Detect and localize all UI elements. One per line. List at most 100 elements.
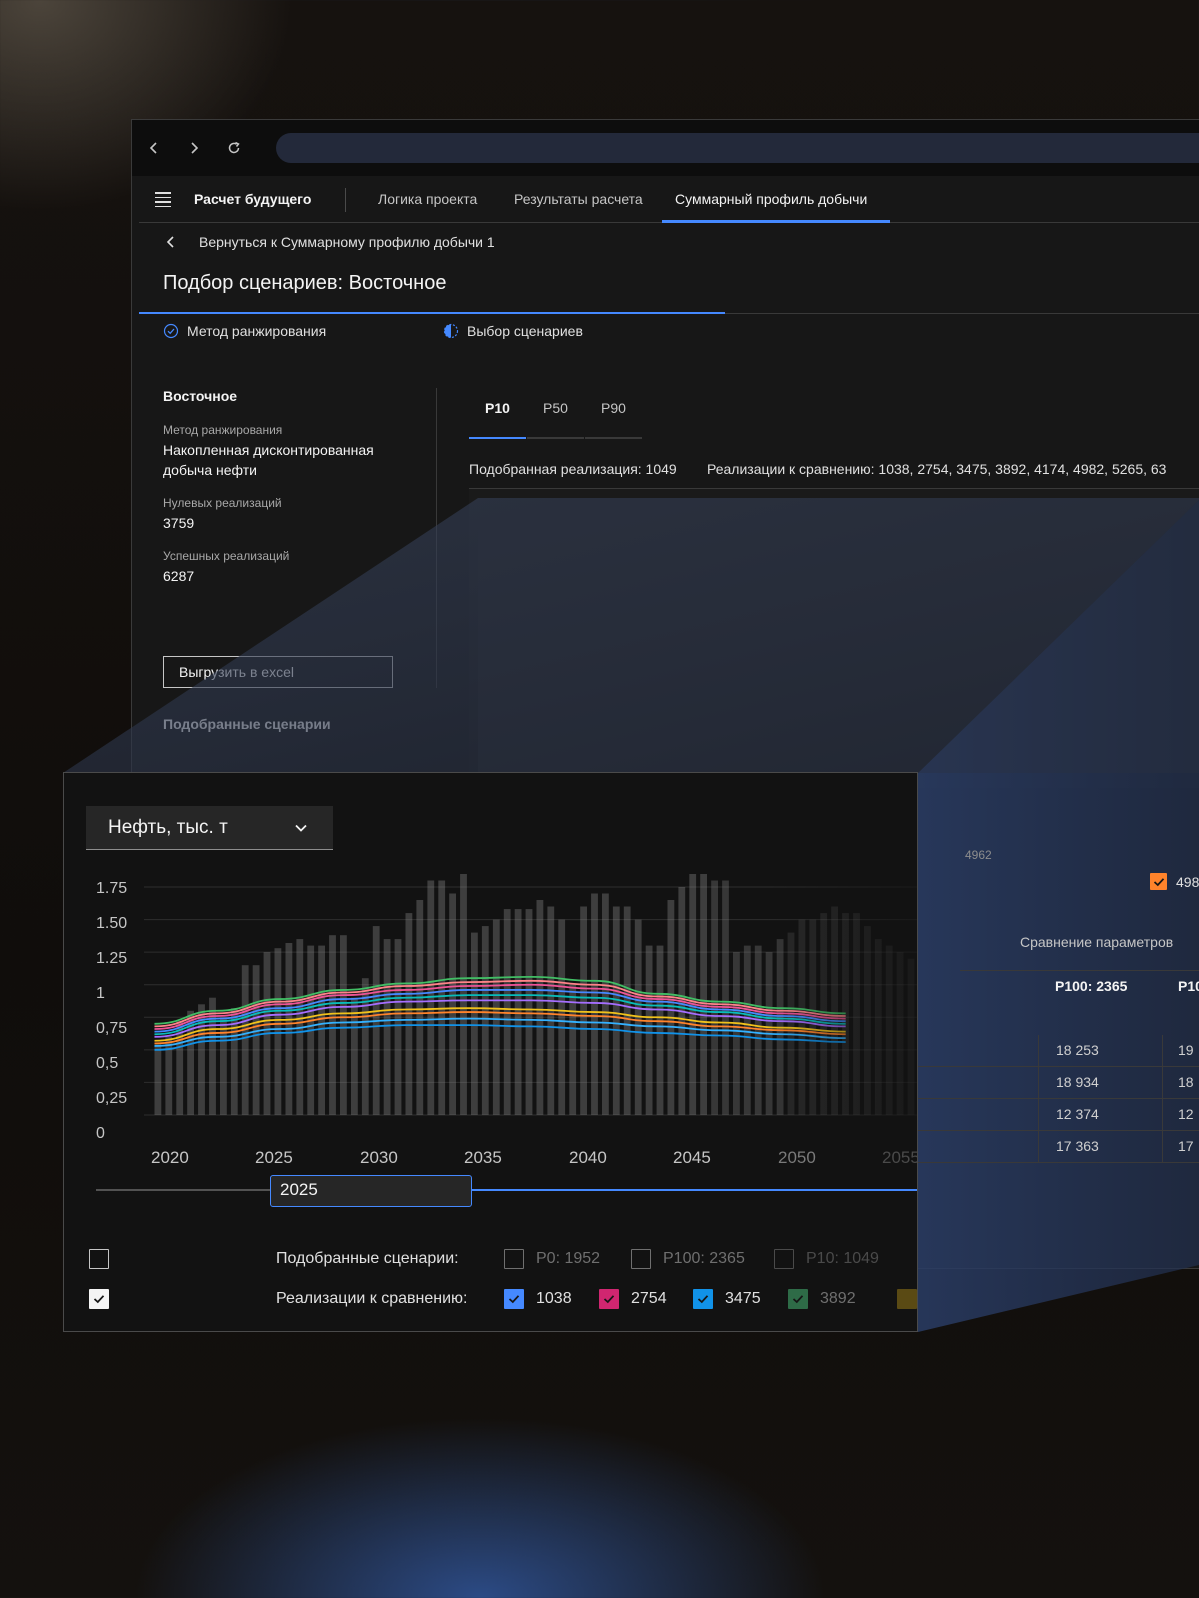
- select-all-scenarios-checkbox[interactable]: [89, 1249, 109, 1269]
- scenario-p10-label: P10: 1049: [806, 1250, 879, 1267]
- table-cell: 17 363: [1056, 1138, 1099, 1154]
- params-comparison-link[interactable]: Сравнение параметров: [1020, 934, 1173, 950]
- app-header: Расчет будущего Логика проекта Результат…: [139, 176, 1199, 223]
- y-tick-label: 0,75: [96, 1020, 128, 1037]
- checkmark-icon: [93, 1295, 105, 1304]
- export-excel-button[interactable]: Выгрузить в excel: [163, 656, 393, 688]
- step-label: Метод ранжирования: [187, 323, 327, 339]
- progress-fill: [139, 312, 725, 314]
- bar: [743, 945, 751, 1115]
- table-header: P100: 2365: [1055, 978, 1128, 994]
- table-row-line: [918, 1066, 1199, 1067]
- table-row-line: [918, 1162, 1199, 1163]
- scenario-p100-label: P100: 2365: [663, 1250, 745, 1267]
- bar: [733, 952, 740, 1115]
- selected-scenarios-label: Подобранные сценарии:: [276, 1250, 459, 1267]
- tab-p90[interactable]: P90: [585, 399, 642, 439]
- x-tick-label: 2045: [673, 1148, 711, 1167]
- step-ranking-method[interactable]: Метод ранжирования: [163, 323, 326, 339]
- realization-3475-checkbox[interactable]: [693, 1289, 713, 1309]
- x-tick-label: 2030: [360, 1148, 398, 1167]
- reload-icon[interactable]: [224, 138, 244, 158]
- compare-realizations: Реализации к сравнению: 1038, 2754, 3475…: [707, 461, 1167, 477]
- bar: [754, 945, 762, 1115]
- tab-p50[interactable]: P50: [527, 399, 584, 439]
- bar: [689, 874, 697, 1115]
- chevron-left-icon: [166, 236, 174, 248]
- bar: [580, 906, 587, 1115]
- range-slider-filled[interactable]: [471, 1189, 917, 1191]
- realization-1038-checkbox[interactable]: [504, 1289, 524, 1309]
- realization-next-checkbox[interactable]: [897, 1289, 917, 1309]
- checkmark-icon: [603, 1295, 615, 1304]
- bar: [558, 919, 566, 1115]
- app-name: Расчет будущего: [194, 191, 312, 207]
- realization-3892-label: 3892: [820, 1290, 856, 1307]
- x-tick-label: 2025: [255, 1148, 293, 1167]
- chart-fade: [764, 873, 917, 1123]
- tab-calc-results[interactable]: Результаты расчета: [514, 191, 643, 207]
- scenario-p100-checkbox[interactable]: [631, 1249, 651, 1269]
- bar: [154, 1043, 162, 1115]
- x-tick-label: 2055: [882, 1148, 918, 1167]
- scenario-p0-label: P0: 1952: [536, 1250, 601, 1267]
- bar: [340, 935, 347, 1115]
- bar: [591, 893, 598, 1115]
- forward-arrow-icon[interactable]: [184, 138, 204, 158]
- step-scenario-choice[interactable]: Выбор сценариев: [443, 323, 583, 339]
- sidebar-divider: [436, 388, 437, 688]
- bar: [252, 965, 260, 1115]
- x-tick-label: 2020: [151, 1148, 189, 1167]
- half-circle-icon: [443, 323, 459, 339]
- bar: [241, 965, 249, 1115]
- zoomed-chart-panel: Нефть, тыс. т 1.75 1.50 1.25 1 0,75 0,5 …: [63, 772, 918, 1332]
- y-tick-label: 1.25: [96, 950, 128, 967]
- bar: [612, 906, 620, 1115]
- bar: [492, 919, 500, 1115]
- y-tick-label: 0: [96, 1125, 105, 1142]
- range-slider-input[interactable]: 2025: [270, 1175, 472, 1207]
- range-slider-track[interactable]: [96, 1189, 271, 1191]
- bar: [438, 880, 446, 1115]
- bar: [645, 945, 653, 1115]
- tab-project-logic[interactable]: Логика проекта: [378, 191, 477, 207]
- checkmark-circle-icon: [163, 323, 179, 339]
- bar: [700, 874, 707, 1115]
- back-link-label: Вернуться к Суммарному профилю добычи 1: [199, 234, 495, 250]
- realization-3475-label: 3475: [725, 1290, 761, 1307]
- selected-realization: Подобранная реализация: 1049: [469, 461, 677, 477]
- bar: [623, 906, 631, 1115]
- bar: [471, 932, 478, 1115]
- menu-icon[interactable]: [155, 192, 171, 207]
- tab-production-profile[interactable]: Суммарный профиль добычи: [675, 191, 867, 207]
- bar: [351, 997, 358, 1115]
- back-link[interactable]: Вернуться к Суммарному профилю добычи 1: [163, 234, 495, 250]
- success-label: Успешных реализаций: [163, 549, 290, 563]
- bar: [416, 900, 424, 1115]
- y-tick-label: 1.75: [96, 880, 128, 897]
- bar: [481, 926, 489, 1115]
- y-tick-label: 0,25: [96, 1090, 128, 1107]
- bar: [176, 1021, 184, 1115]
- x-tick-label: 2035: [464, 1148, 502, 1167]
- zero-label: Нулевых реализаций: [163, 496, 282, 510]
- scenario-p10-checkbox[interactable]: [774, 1249, 794, 1269]
- realization-3892-checkbox[interactable]: [788, 1289, 808, 1309]
- address-bar[interactable]: [276, 133, 1199, 163]
- table-cell: 18 934: [1056, 1074, 1099, 1090]
- y-tick-label: 1.50: [96, 915, 128, 932]
- legend-checkbox[interactable]: [1150, 873, 1167, 890]
- realization-2754-checkbox[interactable]: [599, 1289, 619, 1309]
- x-tick-label: 2050: [778, 1148, 816, 1167]
- table-row-line: [918, 1098, 1199, 1099]
- scenario-p0-checkbox[interactable]: [504, 1249, 524, 1269]
- bar: [449, 893, 456, 1115]
- select-all-realizations-checkbox[interactable]: [89, 1289, 109, 1309]
- table-cell: 12: [1178, 1106, 1194, 1122]
- bar: [329, 935, 336, 1115]
- checkmark-icon: [697, 1295, 709, 1304]
- back-arrow-icon[interactable]: [144, 138, 164, 158]
- zero-value: 3759: [163, 515, 195, 531]
- tab-p10[interactable]: P10: [469, 399, 526, 439]
- page-title: Подбор сценариев: Восточное: [163, 272, 447, 294]
